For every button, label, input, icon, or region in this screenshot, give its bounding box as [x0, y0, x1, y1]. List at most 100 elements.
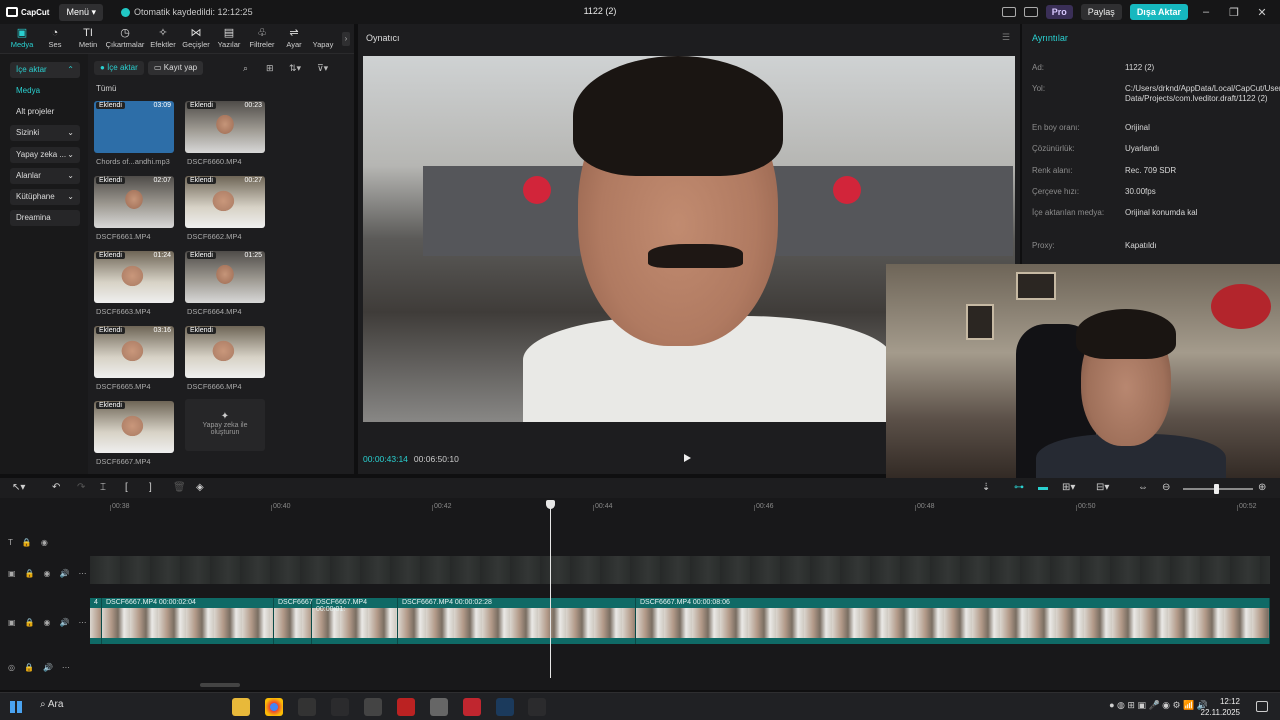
ai-generate-button[interactable]: ✦ Yapay zeka ile oluşturun [185, 399, 265, 451]
playhead[interactable] [550, 503, 551, 678]
text-track-header: T 🔒 ◉ [8, 538, 88, 547]
caption-icon[interactable]: ⊟▾ [1096, 482, 1109, 493]
sidebar-item-spaces[interactable]: Alanlar ⌄ [10, 168, 80, 184]
close-icon[interactable]: ✕ [1252, 6, 1272, 19]
fit-icon[interactable]: ⇔ [1138, 482, 1148, 493]
audio-icon[interactable]: 🔊 [43, 663, 53, 672]
eye-icon[interactable]: ◉ [44, 569, 51, 578]
share-button[interactable]: Paylaş [1080, 4, 1122, 20]
menu-icon[interactable]: ☰ [1002, 32, 1010, 43]
video-clip[interactable]: DSCF6667.MP4 00:00:02:28 [398, 598, 636, 644]
zoom-in-icon[interactable]: ⊕ [1258, 482, 1266, 493]
sidebar-item-library[interactable]: Kütüphane ⌄ [10, 189, 80, 205]
obs-icon[interactable] [397, 698, 415, 716]
lock-icon[interactable]: 🔒 [24, 663, 34, 672]
menu-button[interactable]: Menü ▾ [59, 3, 103, 21]
playhead-handle[interactable] [546, 500, 555, 509]
video-clip[interactable]: DSCF6667.MP4 00:00:08:06 [636, 598, 1270, 644]
preview-axis-icon[interactable]: ⊞▾ [1062, 482, 1075, 493]
media-thumb[interactable]: Eklendi [94, 401, 174, 453]
detail-value: Rec. 709 SDR [1125, 166, 1177, 175]
eye-icon[interactable]: ◉ [44, 618, 51, 627]
video-clip[interactable]: DSCF6667.MP4 00:00:01: [312, 598, 398, 644]
play-icon[interactable] [684, 454, 691, 462]
undo-icon[interactable]: ↶ [52, 482, 60, 493]
link-icon[interactable]: ⊶ [1014, 482, 1024, 493]
r-app-icon[interactable] [298, 698, 316, 716]
mouse-app-icon[interactable] [364, 698, 382, 716]
magnet-icon[interactable]: ▬ [1038, 482, 1048, 493]
microphone-icon[interactable]: ⇣ [982, 482, 990, 493]
delete-icon[interactable]: 🗑 [173, 482, 186, 493]
system-tray[interactable]: ● ◍ ⊞ ▣ 🎤 ◉ ⚙ 📶 🔊 [1109, 700, 1208, 711]
capcut-active-icon[interactable] [528, 698, 546, 716]
select-tool-icon[interactable]: ↖▾ [12, 482, 25, 493]
sidebar-item-ai[interactable]: Yapay zeka ... ⌄ [10, 147, 80, 163]
zoom-slider-handle[interactable] [1214, 484, 1219, 494]
lock-icon[interactable]: 🔒 [22, 538, 32, 547]
sidebar-item-subprojects[interactable]: Alt projeler [10, 104, 80, 120]
media-thumb[interactable]: Eklendi 01:24 [94, 251, 174, 303]
filter-icon[interactable]: ⊽▾ [317, 63, 328, 74]
video-clip[interactable]: DSCF6667 [274, 598, 313, 644]
video-clip[interactable]: DSCF6667.MP4 00:00:02:04 [102, 598, 274, 644]
trim-left-icon[interactable]: [ [125, 482, 128, 493]
video-clip[interactable]: 4 [90, 598, 102, 644]
overlay-track[interactable] [90, 556, 1270, 584]
media-thumb[interactable]: Eklendi 01:25 [185, 251, 265, 303]
windows-start-icon[interactable] [10, 701, 22, 713]
sidebar-item-dreamina[interactable]: Dreamina [10, 210, 80, 226]
tab-ai[interactable]: Yapay [303, 27, 343, 49]
tab-stickers[interactable]: ◷ Çıkartmalar [105, 27, 145, 49]
sort-icon[interactable]: ⇅▾ [289, 63, 301, 74]
notification-icon[interactable] [1256, 701, 1268, 712]
media-thumb[interactable]: Eklendi 02:07 [94, 176, 174, 228]
eye-icon[interactable]: ◉ [41, 538, 48, 547]
voicemeeter-icon[interactable] [463, 698, 481, 716]
export-button[interactable]: Dışa Aktar [1129, 4, 1188, 20]
audio-icon[interactable]: 🔊 [60, 618, 70, 627]
windows-taskbar: ⌕ Ara ● ◍ ⊞ ▣ 🎤 ◉ ⚙ 📶 🔊 12:12 22.11.2025 [0, 692, 1280, 720]
record-button[interactable]: ▭ Kayıt yap [148, 61, 204, 75]
more-icon[interactable]: ⋯ [78, 569, 86, 578]
audio-icon[interactable]: 🔊 [60, 569, 70, 578]
redo-icon[interactable]: ↷ [77, 482, 85, 493]
file-explorer-icon[interactable] [232, 698, 250, 716]
mic-app-icon[interactable] [430, 698, 448, 716]
media-name: DSCF6661.MP4 [96, 232, 151, 241]
shield-icon[interactable]: ◈ [196, 482, 204, 493]
media-thumb[interactable]: Eklendi 00:23 [185, 101, 265, 153]
chrome-icon[interactable] [265, 698, 283, 716]
sidebar-item-import[interactable]: İçe aktar ⌃ [10, 62, 80, 78]
media-thumb[interactable]: Eklendi 00:27 [185, 176, 265, 228]
sidebar-item-yours[interactable]: Sizinki ⌄ [10, 125, 80, 141]
chevron-right-icon[interactable]: › [342, 32, 350, 46]
trim-right-icon[interactable]: ] [149, 482, 152, 493]
media-thumb-audio[interactable]: Eklendi 03:09 [94, 101, 174, 153]
tab-text[interactable]: TI Metin [68, 27, 108, 49]
lock-icon[interactable]: 🔒 [25, 569, 35, 578]
capcut-taskbar-icon[interactable] [331, 698, 349, 716]
main-video-track[interactable]: 4 DSCF6667.MP4 00:00:02:04 DSCF6667 DSCF666… [90, 598, 1270, 644]
search-icon[interactable]: ⌕ [243, 63, 248, 74]
steam-icon[interactable] [496, 698, 514, 716]
sidebar-item-media[interactable]: Medya [10, 83, 80, 99]
timeline[interactable]: T 🔒 ◉ ▣ 🔒 ◉ 🔊 ⋯ ▣ 🔒 ◉ 🔊 ⋯ ◎ 🔒 🔊 ⋯ 4 DSCF6667.MP4 00:00… [0, 498, 1280, 690]
pro-button[interactable]: Pro [1045, 5, 1073, 19]
layout-icon[interactable] [1001, 7, 1016, 17]
lock-icon[interactable]: 🔒 [25, 618, 35, 627]
timeline-scrollbar[interactable] [200, 683, 240, 687]
media-thumb[interactable]: Eklendi [185, 326, 265, 378]
maximize-icon[interactable]: ❐ [1224, 6, 1244, 19]
taskbar-search[interactable]: ⌕ Ara [40, 699, 63, 710]
media-thumb[interactable]: Eklendi 03:16 [94, 326, 174, 378]
import-button[interactable]: ● İçe aktar [94, 61, 144, 75]
grid-view-icon[interactable]: ⊞ [266, 63, 274, 74]
zoom-out-icon[interactable]: ⊖ [1162, 482, 1170, 493]
shortcut-icon[interactable] [1023, 7, 1038, 17]
minimize-icon[interactable]: – [1196, 6, 1216, 18]
more-icon[interactable]: ⋯ [62, 663, 70, 672]
taskbar-clock[interactable]: 12:12 22.11.2025 [1201, 696, 1240, 718]
split-icon[interactable]: ⌶ [100, 482, 106, 493]
more-icon[interactable]: ⋯ [78, 618, 86, 627]
